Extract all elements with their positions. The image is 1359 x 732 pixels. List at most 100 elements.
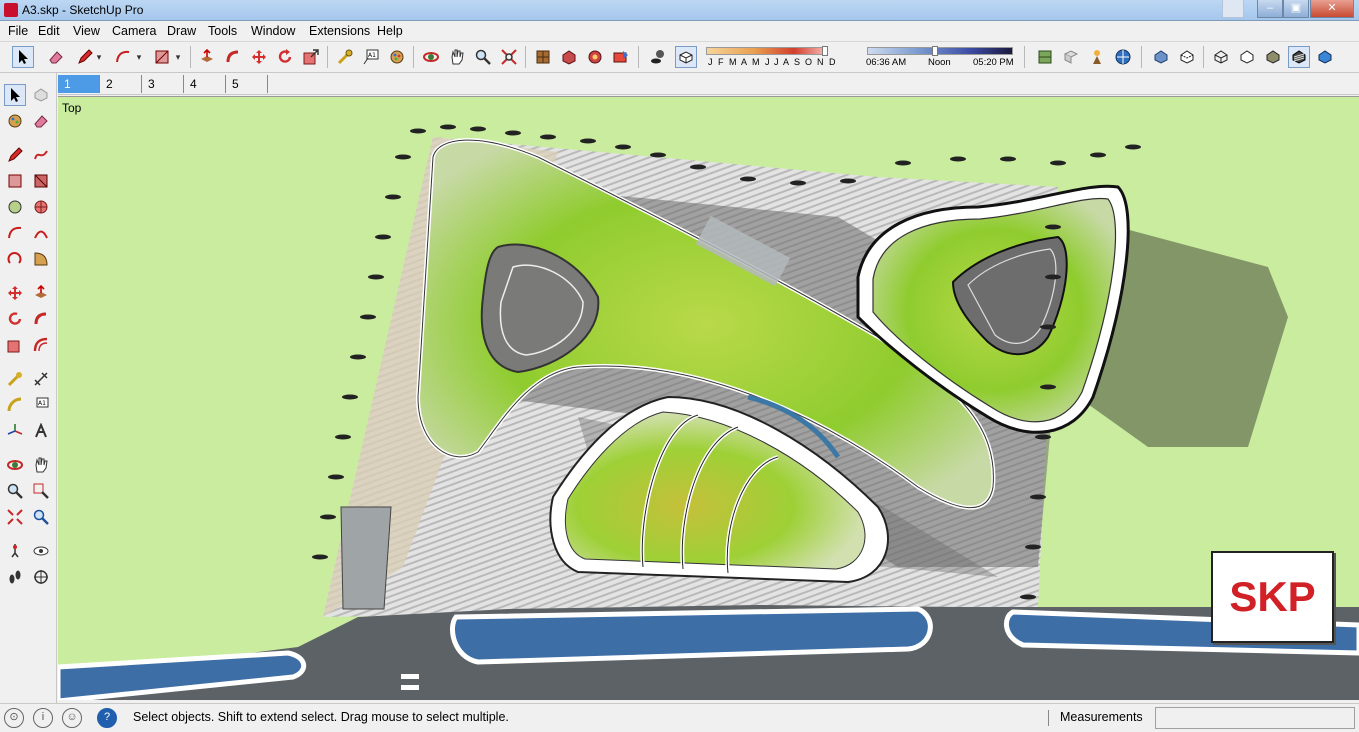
drawing-viewport[interactable]: Top SKP bbox=[58, 96, 1359, 700]
time-slider[interactable] bbox=[867, 47, 1013, 55]
lt-position-camera-button[interactable] bbox=[4, 540, 26, 562]
arc-tool-button[interactable] bbox=[112, 46, 134, 68]
scene-tab-2[interactable]: 2 bbox=[100, 75, 142, 93]
monochrome-style-button[interactable] bbox=[1314, 46, 1336, 68]
lt-text-button[interactable]: A1 bbox=[30, 394, 52, 416]
lt-3d-text-button[interactable] bbox=[30, 420, 52, 442]
lt-rectangle-button[interactable] bbox=[4, 170, 26, 192]
orbit-tool-button[interactable] bbox=[420, 46, 442, 68]
lt-pan-button[interactable] bbox=[30, 454, 52, 476]
month-slider-thumb[interactable] bbox=[822, 46, 828, 56]
shaded-textures-style-button[interactable] bbox=[1288, 46, 1310, 68]
lt-orbit-button[interactable] bbox=[4, 454, 26, 476]
scene-tab-3[interactable]: 3 bbox=[142, 75, 184, 93]
lt-eraser-button[interactable] bbox=[30, 110, 52, 132]
lt-axes-button[interactable] bbox=[4, 420, 26, 442]
geo-location-status-icon[interactable]: ⊙ bbox=[4, 708, 24, 728]
lt-section-plane-button[interactable] bbox=[30, 566, 52, 588]
fog-toggle-button[interactable] bbox=[675, 46, 697, 68]
components-button[interactable] bbox=[584, 46, 606, 68]
rotate-tool-button[interactable] bbox=[274, 46, 296, 68]
scene-tab-1[interactable]: 1 bbox=[58, 75, 100, 93]
lt-look-around-button[interactable] bbox=[30, 540, 52, 562]
help-icon[interactable]: ? bbox=[97, 708, 117, 728]
select-tool-button[interactable] bbox=[12, 46, 34, 68]
lt-tape-measure-button[interactable] bbox=[4, 368, 26, 390]
lt-zoom-window-button[interactable] bbox=[30, 480, 52, 502]
layout-button[interactable] bbox=[1112, 46, 1134, 68]
tape-measure-tool-button[interactable] bbox=[334, 46, 356, 68]
move-tool-button[interactable] bbox=[248, 46, 270, 68]
lt-freehand-button[interactable] bbox=[30, 144, 52, 166]
pan-tool-button[interactable] bbox=[446, 46, 468, 68]
lt-circle-button[interactable] bbox=[4, 196, 26, 218]
lt-zoom-extents-button[interactable] bbox=[4, 506, 26, 528]
shaded-style-button[interactable] bbox=[1262, 46, 1284, 68]
lt-zoom-button[interactable] bbox=[4, 480, 26, 502]
zoom-extents-tool-button[interactable] bbox=[498, 46, 520, 68]
menu-window[interactable]: Window bbox=[251, 24, 295, 38]
lt-paint-bucket-button[interactable] bbox=[4, 110, 26, 132]
menu-file[interactable]: File bbox=[8, 24, 28, 38]
lt-walk-button[interactable] bbox=[4, 566, 26, 588]
lt-previous-view-button[interactable] bbox=[30, 506, 52, 528]
menu-edit[interactable]: Edit bbox=[38, 24, 60, 38]
scene-tab-4[interactable]: 4 bbox=[184, 75, 226, 93]
lt-arc-button[interactable] bbox=[4, 222, 26, 244]
follow-me-tool-button[interactable] bbox=[222, 46, 244, 68]
back-edges-style-button[interactable] bbox=[1176, 46, 1198, 68]
shadows-toggle-button[interactable] bbox=[647, 46, 669, 68]
menu-view[interactable]: View bbox=[73, 24, 100, 38]
lt-rotated-rectangle-button[interactable] bbox=[30, 170, 52, 192]
lt-offset-button[interactable] bbox=[30, 334, 52, 356]
scene-tab-5[interactable]: 5 bbox=[226, 75, 268, 93]
paint-bucket-tool-button[interactable] bbox=[386, 46, 408, 68]
hidden-line-style-button[interactable] bbox=[1236, 46, 1258, 68]
lt-move-button[interactable] bbox=[4, 282, 26, 304]
lt-protractor-button[interactable] bbox=[4, 394, 26, 416]
lt-2point-arc-button[interactable] bbox=[30, 222, 52, 244]
warehouse-button[interactable] bbox=[532, 46, 554, 68]
lt-select-button[interactable] bbox=[4, 84, 26, 106]
wireframe-style-button[interactable] bbox=[1210, 46, 1232, 68]
time-slider-thumb[interactable] bbox=[932, 46, 938, 56]
user-account-icon[interactable]: ☺ bbox=[62, 708, 82, 728]
close-button[interactable]: ✕ bbox=[1310, 0, 1354, 18]
lt-polygon-button[interactable] bbox=[30, 196, 52, 218]
lt-3point-arc-button[interactable] bbox=[4, 248, 26, 270]
photo-texture-button[interactable] bbox=[1086, 46, 1108, 68]
measurements-input[interactable] bbox=[1155, 707, 1355, 729]
lt-push-pull-button[interactable] bbox=[30, 282, 52, 304]
lt-scale-button[interactable] bbox=[4, 334, 26, 356]
geo-location-button[interactable] bbox=[1034, 46, 1056, 68]
scale-tool-button[interactable] bbox=[300, 46, 322, 68]
menu-help[interactable]: Help bbox=[377, 24, 403, 38]
menu-draw[interactable]: Draw bbox=[167, 24, 196, 38]
rectangle-dropdown[interactable]: ▾ bbox=[172, 46, 184, 68]
add-location-button[interactable] bbox=[1060, 46, 1082, 68]
push-pull-tool-button[interactable] bbox=[196, 46, 218, 68]
share-model-button[interactable] bbox=[558, 46, 580, 68]
lt-line-button[interactable] bbox=[4, 144, 26, 166]
text-tool-button[interactable]: A1 bbox=[360, 46, 382, 68]
arc-dropdown[interactable]: ▾ bbox=[133, 46, 145, 68]
month-slider[interactable] bbox=[706, 47, 824, 55]
lt-follow-me-button[interactable] bbox=[30, 308, 52, 330]
credits-status-icon[interactable]: i bbox=[33, 708, 53, 728]
pencil-dropdown[interactable]: ▾ bbox=[93, 46, 105, 68]
lt-make-component-button[interactable] bbox=[30, 84, 52, 106]
xray-style-button[interactable] bbox=[1150, 46, 1172, 68]
minimize-button[interactable]: – bbox=[1257, 0, 1283, 18]
menu-camera[interactable]: Camera bbox=[112, 24, 156, 38]
lt-rotate-button[interactable] bbox=[4, 308, 26, 330]
lt-dimension-button[interactable] bbox=[30, 368, 52, 390]
lt-pie-button[interactable] bbox=[30, 248, 52, 270]
eraser-tool-button[interactable] bbox=[45, 46, 67, 68]
model-view[interactable] bbox=[58, 97, 1359, 700]
zoom-tool-button[interactable] bbox=[472, 46, 494, 68]
rectangle-tool-button[interactable] bbox=[151, 46, 173, 68]
menu-extensions[interactable]: Extensions bbox=[309, 24, 370, 38]
maximize-button[interactable]: ▣ bbox=[1283, 0, 1309, 18]
menu-tools[interactable]: Tools bbox=[208, 24, 237, 38]
extension-warehouse-button[interactable] bbox=[610, 46, 632, 68]
